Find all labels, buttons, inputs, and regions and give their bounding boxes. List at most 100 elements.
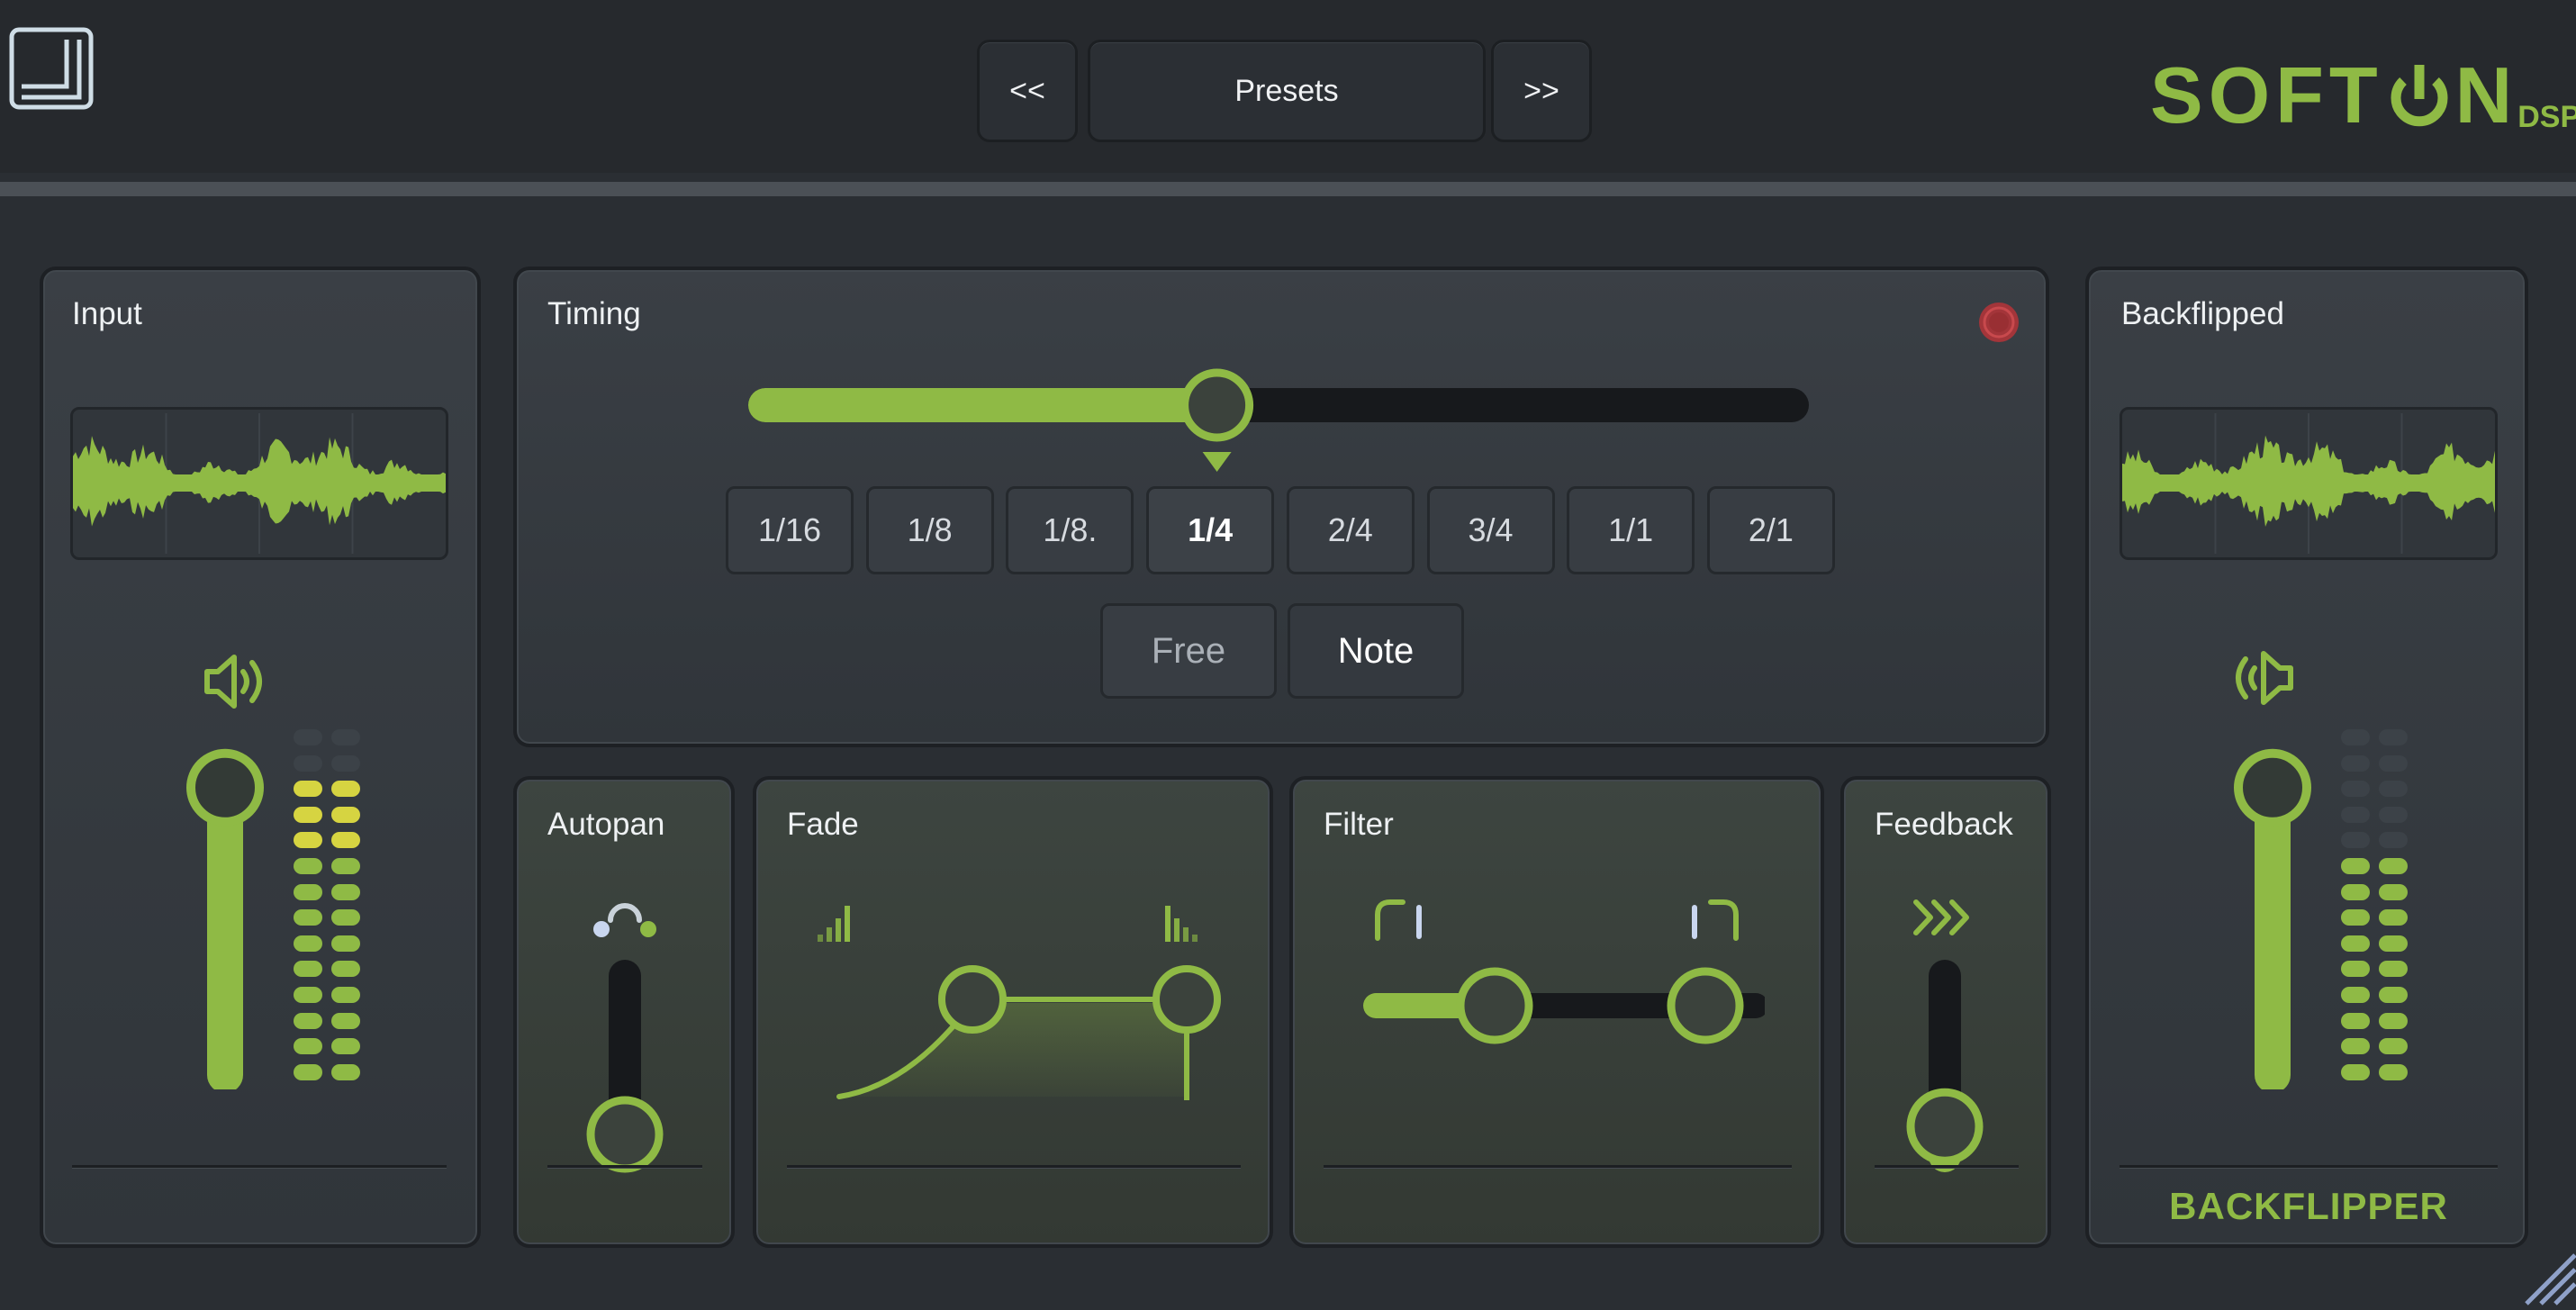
top-bar-divider (0, 182, 2576, 196)
input-waveform (70, 407, 448, 560)
meter-led (294, 987, 322, 1003)
input-level-meter (294, 729, 366, 1089)
mode-button-note[interactable]: Note (1288, 603, 1464, 699)
timing-mode-switch: Free Note (1100, 603, 1469, 700)
next-preset-button[interactable]: >> (1491, 40, 1592, 142)
meter-led (2341, 754, 2370, 772)
timing-pointer-icon (1202, 452, 1232, 472)
meter-led (294, 754, 322, 772)
note-value-buttons: 1/16 1/8 1/8. 1/4 2/4 3/4 1/1 2/1 (726, 486, 1842, 576)
timing-slider[interactable] (747, 362, 1810, 488)
meter-led (331, 832, 360, 849)
meter-led (2341, 1012, 2370, 1029)
timing-handle (1180, 368, 1254, 442)
meter-led (294, 832, 322, 849)
note-button[interactable]: 3/4 (1426, 486, 1555, 574)
input-divider (72, 1165, 447, 1169)
lowpass-icon (1684, 895, 1741, 945)
filter-divider (1324, 1165, 1792, 1169)
filter-title: Filter (1324, 807, 1394, 842)
meter-led (2379, 1012, 2408, 1029)
meter-led (331, 1038, 360, 1055)
note-button[interactable]: 1/8. (1006, 486, 1134, 574)
meter-led (2341, 832, 2370, 849)
filter-low-handle (1456, 967, 1533, 1044)
meter-led (331, 909, 360, 926)
speaker-icon[interactable] (202, 650, 274, 713)
meter-led (331, 1063, 360, 1080)
meter-led (2341, 883, 2370, 900)
meter-led (294, 858, 322, 874)
autopan-divider (547, 1165, 702, 1169)
fade-in-handle (938, 965, 1007, 1034)
power-o-icon (2387, 59, 2452, 131)
feedback-divider (1875, 1165, 2019, 1169)
filter-high-handle (1667, 967, 1744, 1044)
resize-grip-icon[interactable] (2517, 1239, 2576, 1305)
mode-button-free[interactable]: Free (1100, 603, 1277, 699)
brand-text: SOFT (2150, 50, 2383, 140)
meter-led (2379, 806, 2408, 823)
meter-led (331, 1012, 360, 1029)
input-volume-fader[interactable] (180, 729, 270, 1093)
fader-handle (186, 748, 264, 827)
meter-led (2341, 935, 2370, 952)
filter-range-slider[interactable] (1360, 956, 1768, 1055)
note-button[interactable]: 1/1 (1567, 486, 1695, 574)
brand-logo: SOFT N DSP (2150, 47, 2576, 140)
meter-led (294, 1063, 322, 1080)
meter-led (2341, 1038, 2370, 1055)
meter-led (2379, 1063, 2408, 1080)
meter-led (294, 781, 322, 798)
meter-led (2379, 729, 2408, 745)
output-level-meter (2341, 729, 2413, 1089)
meter-led (2341, 1063, 2370, 1080)
note-button[interactable]: 1/16 (726, 486, 854, 574)
meter-led (331, 754, 360, 772)
meter-led (331, 883, 360, 900)
feedback-chevrons-icon (1909, 895, 1981, 940)
meter-led (2379, 754, 2408, 772)
fade-out-handle (1152, 965, 1221, 1034)
highpass-icon (1372, 895, 1430, 945)
meter-led (2341, 806, 2370, 823)
meter-led (331, 935, 360, 952)
meter-led (294, 806, 322, 823)
fade-out-icon (1161, 900, 1207, 945)
meter-led (2341, 858, 2370, 874)
meter-led (331, 987, 360, 1003)
preset-selector[interactable]: Presets (1088, 40, 1486, 142)
backflipped-speaker-icon[interactable] (2224, 646, 2296, 709)
note-button[interactable]: 1/8 (865, 486, 994, 574)
fade-divider (787, 1165, 1241, 1169)
fade-in-icon (814, 900, 859, 945)
meter-led (331, 961, 360, 978)
meter-led (2379, 832, 2408, 849)
meter-led (294, 1038, 322, 1055)
meter-led (2341, 781, 2370, 798)
meter-led (2379, 935, 2408, 952)
menu-logo-icon[interactable] (9, 27, 94, 110)
meter-led (2341, 987, 2370, 1003)
record-icon[interactable] (1975, 299, 2022, 346)
prev-preset-button[interactable]: << (977, 40, 1078, 142)
meter-led (331, 806, 360, 823)
meter-led (2379, 858, 2408, 874)
meter-led (294, 909, 322, 926)
note-button[interactable]: 1/4 (1146, 486, 1275, 574)
output-title: Backflipped (2121, 296, 2284, 331)
feedback-slider[interactable] (1900, 954, 1990, 1179)
note-button[interactable]: 2/1 (1706, 486, 1835, 574)
output-volume-fader[interactable] (2228, 729, 2318, 1093)
note-button[interactable]: 2/4 (1286, 486, 1415, 574)
fade-envelope-editor[interactable] (828, 954, 1234, 1116)
meter-led (331, 781, 360, 798)
brand-text-tail: N (2454, 50, 2513, 140)
autopan-slider[interactable] (580, 954, 670, 1179)
slider-handle (586, 1096, 664, 1173)
meter-led (294, 961, 322, 978)
input-title: Input (72, 296, 142, 331)
meter-led (294, 883, 322, 900)
output-waveform (2120, 407, 2498, 560)
meter-led (2379, 883, 2408, 900)
